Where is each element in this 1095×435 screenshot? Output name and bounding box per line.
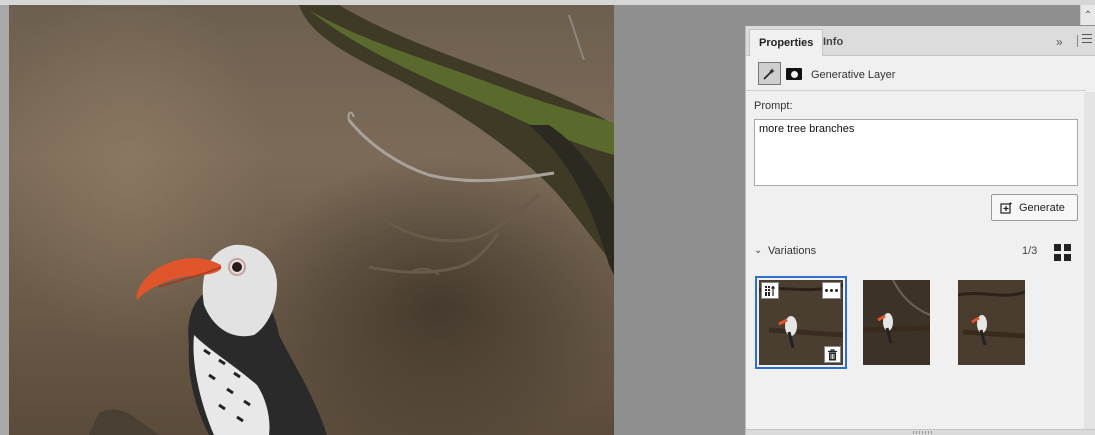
- canvas-edge: [0, 5, 9, 435]
- canvas-image[interactable]: [9, 5, 614, 435]
- grid-view-icon[interactable]: [1054, 244, 1071, 261]
- resize-grip[interactable]: [913, 431, 933, 434]
- hornbill-photo: [89, 5, 614, 435]
- layer-row: Generative Layer: [746, 57, 1086, 91]
- generative-layer-icon[interactable]: [758, 62, 781, 85]
- variations-header[interactable]: ⌄ Variations 1/3: [754, 244, 1078, 261]
- collapse-panels-icon[interactable]: »: [1056, 35, 1063, 49]
- generate-label: Generate: [1019, 201, 1065, 214]
- tab-info[interactable]: Info: [814, 29, 852, 56]
- layer-name: Generative Layer: [811, 69, 896, 81]
- trash-icon[interactable]: [824, 346, 841, 363]
- variation-thumbnail-3[interactable]: [958, 280, 1025, 365]
- tab-properties[interactable]: Properties: [749, 29, 824, 56]
- variation-thumbnail-2[interactable]: [863, 280, 930, 365]
- generate-button[interactable]: Generate: [991, 194, 1078, 221]
- chevron-down-icon[interactable]: ⌄: [754, 245, 762, 256]
- tab-separator: [1077, 35, 1078, 47]
- scroll-up-arrow[interactable]: ⌃: [1080, 5, 1095, 25]
- panel-tabbar: Properties Info »: [746, 26, 1095, 56]
- variations-list: [746, 276, 1086, 371]
- prompt-input[interactable]: more tree branches: [754, 119, 1078, 186]
- document-canvas[interactable]: [0, 5, 745, 435]
- panel-bottom-bar: [746, 429, 1095, 435]
- panel-menu-icon[interactable]: [1082, 34, 1092, 46]
- prompt-label: Prompt:: [754, 100, 793, 112]
- variation-info-icon[interactable]: [761, 282, 779, 299]
- layer-mask-icon[interactable]: [786, 68, 802, 80]
- variation-thumbnail-1[interactable]: [755, 276, 847, 369]
- variations-count: 1/3: [1022, 245, 1038, 257]
- more-options-icon[interactable]: [822, 282, 841, 299]
- generate-icon: [1000, 201, 1013, 214]
- variations-label: Variations: [768, 245, 817, 257]
- panel-scrollbar[interactable]: [1084, 92, 1095, 435]
- properties-panel: Properties Info » Generative Layer Promp…: [745, 26, 1095, 435]
